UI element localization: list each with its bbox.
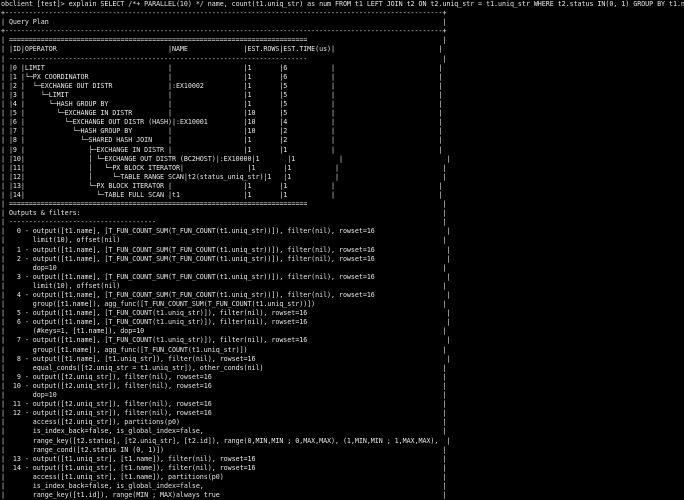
terminal-line: | ------------------------------------- …: [1, 218, 447, 227]
terminal-line: | 1 - output([t1.name], [T_FUN_COUNT_SUM…: [1, 245, 451, 254]
terminal-line: | |0 |LIMIT | |1 |6 | |: [1, 63, 443, 72]
terminal-line: | limit(10), offset(nil) |: [1, 236, 447, 245]
command-line: obclient [test]> explain SELECT /*+ PARA…: [1, 0, 684, 8]
terminal-line: | 13 - output([t1.uniq_str], [t1.name]),…: [1, 454, 447, 463]
terminal-output: obclient [test]> explain SELECT /*+ PARA…: [0, 0, 684, 500]
terminal-line: | 0 - output([t1.name], [T_FUN_COUNT_SUM…: [1, 227, 451, 236]
terminal-line: | |10| │ └─EXCHANGE OUT DISTR (BC2HOST)|…: [1, 154, 451, 163]
terminal-line: | dop=10 |: [1, 263, 447, 272]
terminal-line: | access([t2.uniq_str]), partitions(p0) …: [1, 418, 447, 427]
terminal-line: | Query Plan |: [1, 18, 447, 27]
terminal-line: | |5 | └─EXCHANGE IN DISTR | |10 |5 | |: [1, 109, 443, 118]
terminal-line: | 8 - output([t1.name], [t1.uniq_str]), …: [1, 354, 451, 363]
terminal-line: | is_index_back=false, is_global_index=f…: [1, 427, 447, 436]
terminal-line: | limit(10), offset(nil) |: [1, 281, 447, 290]
terminal-line: | |14| └─TABLE FULL SCAN |t1 |1 |1 | |: [1, 190, 443, 199]
terminal-line: | |ID|OPERATOR |NAME |EST.ROWS|EST.TIME(…: [1, 45, 443, 54]
terminal-line: | ======================================…: [1, 36, 447, 45]
terminal-line: | |12| │ └─TABLE RANGE SCAN|t2(status_un…: [1, 172, 447, 181]
terminal-line: | |4 | └─HASH GROUP BY | |1 |5 | |: [1, 100, 443, 109]
terminal-line: | |11| │ └─PX BLOCK ITERATOR| |1 |1 | |: [1, 163, 447, 172]
terminal-line: | |2 | └─EXCHANGE OUT DISTR |:EX10002 |1…: [1, 81, 443, 90]
terminal-line: | 5 - output([t1.name], [T_FUN_COUNT(t1.…: [1, 309, 451, 318]
terminal-line: | |8 | └─SHARED HASH JOIN | |1 |2 | |: [1, 136, 443, 145]
terminal-line: | range_key([t1.id]), range(MIN ; MAX)al…: [1, 491, 447, 500]
terminal-line: | 4 - output([t1.name], [T_FUN_COUNT_SUM…: [1, 291, 451, 299]
terminal-line: | 14 - output([t1.uniq_str], [t1.name]),…: [1, 463, 447, 472]
terminal-line: | access([t1.uniq_str], [t1.name]), part…: [1, 472, 447, 481]
terminal-line: | 11 - output([t2.uniq_str]), filter(nil…: [1, 400, 447, 409]
terminal-line: | ======================================…: [1, 200, 447, 209]
terminal-line: | 2 - output([t1.name], [T_FUN_COUNT_SUM…: [1, 254, 451, 263]
terminal-line: | |3 | └─LIMIT | |1 |5 | |: [1, 90, 443, 99]
terminal-line: | group([t1.name]), agg_func([T_FUN_COUN…: [1, 300, 447, 309]
terminal-line: | 12 - output([t2.uniq_str]), filter(nil…: [1, 409, 447, 418]
terminal-line: | 10 - output([t2.uniq_str]), filter(nil…: [1, 381, 447, 390]
terminal-line: | group([t1.name]), agg_func([T_FUN_COUN…: [1, 345, 447, 354]
terminal-line: | 7 - output([t1.name], [T_FUN_COUNT(t1.…: [1, 336, 451, 345]
terminal-line: | equal_conds([t2.uniq_str = t1.uniq_str…: [1, 363, 447, 372]
terminal-line: | range_cond([t2.status IN (0, 1)]) |: [1, 445, 447, 454]
terminal-line: | |13| └─PX BLOCK ITERATOR | |1 |1 | |: [1, 181, 443, 190]
terminal-line: | --------------------------------------…: [1, 54, 447, 63]
terminal-line: +---------------------------------------…: [1, 9, 447, 18]
terminal-line: | |6 | └─EXCHANGE OUT DISTR (HASH)|:EX10…: [1, 118, 443, 127]
terminal-line: | |1 |└─PX COORDINATOR | |1 |6 | |: [1, 72, 443, 81]
terminal-line: | is_index_back=false, is_global_index=f…: [1, 481, 447, 490]
terminal-line: | 9 - output([t2.uniq_str]), filter(nil)…: [1, 372, 447, 381]
terminal-line: +---------------------------------------…: [1, 27, 447, 36]
terminal-line: | 3 - output([t1.name], [T_FUN_COUNT_SUM…: [1, 272, 451, 281]
terminal-line: | range_key([t2.status], [t2.uniq_str], …: [1, 436, 451, 445]
terminal-line: | Outputs & filters: |: [1, 209, 447, 218]
terminal-line: | (#keys=1, [t1.name]), dop=10 |: [1, 327, 447, 336]
terminal-line: | dop=10 |: [1, 391, 447, 400]
terminal-line: | 6 - output([t1.name], [T_FUN_COUNT(t1.…: [1, 318, 451, 327]
terminal-line: | |9 | ├─EXCHANGE IN DISTR | |1 |1 | |: [1, 145, 443, 154]
